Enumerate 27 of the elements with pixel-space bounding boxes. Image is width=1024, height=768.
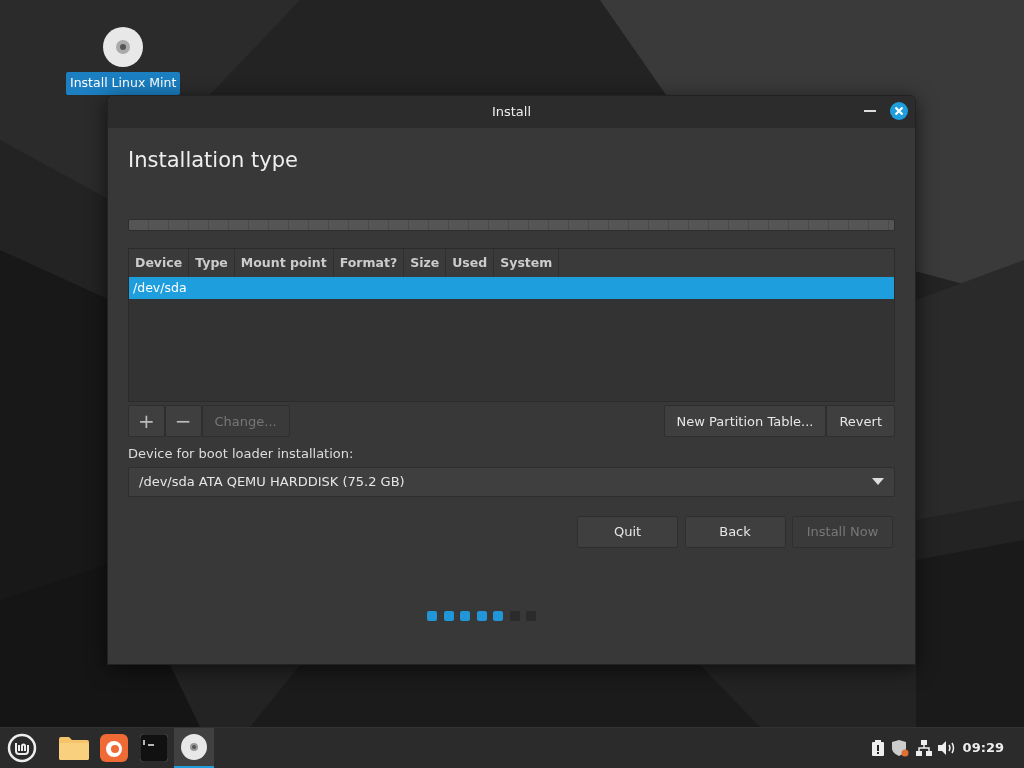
clock[interactable]: 09:29 <box>962 738 1004 758</box>
button[interactable]: Quit <box>577 516 678 549</box>
button[interactable]: Back <box>684 516 786 549</box>
folder-icon <box>59 736 89 760</box>
boot-loader-label: Device for boot loader installation: <box>128 444 355 463</box>
page-heading: Installation type <box>128 148 299 174</box>
toolbar-button[interactable]: − <box>164 405 202 438</box>
window-title: Install <box>491 103 532 122</box>
disc-icon <box>180 732 208 761</box>
disc-icon[interactable] <box>102 26 145 68</box>
desktop-icon-label[interactable]: Install Linux Mint <box>66 72 181 95</box>
close-button[interactable] <box>890 102 908 120</box>
network-icon[interactable] <box>915 740 932 756</box>
boot-loader-dropdown[interactable]: /dev/sda ATA QEMU HARDDISK (75.2 GB) <box>128 466 895 497</box>
minimize-button[interactable] <box>864 109 876 113</box>
button[interactable]: Revert <box>826 405 895 438</box>
terminal-icon <box>140 734 168 762</box>
volume-icon[interactable] <box>938 741 957 755</box>
button[interactable]: New Partition Table... <box>663 405 827 438</box>
browser-icon <box>100 734 128 762</box>
menu-icon[interactable] <box>7 733 37 763</box>
dropdown-value: /dev/sda ATA QEMU HARDDISK (75.2 GB) <box>139 472 405 491</box>
toolbar-button[interactable]: + <box>128 405 165 438</box>
clipboard-icon[interactable] <box>870 740 885 756</box>
caret-icon <box>872 478 884 486</box>
shield-icon[interactable] <box>891 739 910 757</box>
taskbar-app[interactable] <box>174 727 214 768</box>
